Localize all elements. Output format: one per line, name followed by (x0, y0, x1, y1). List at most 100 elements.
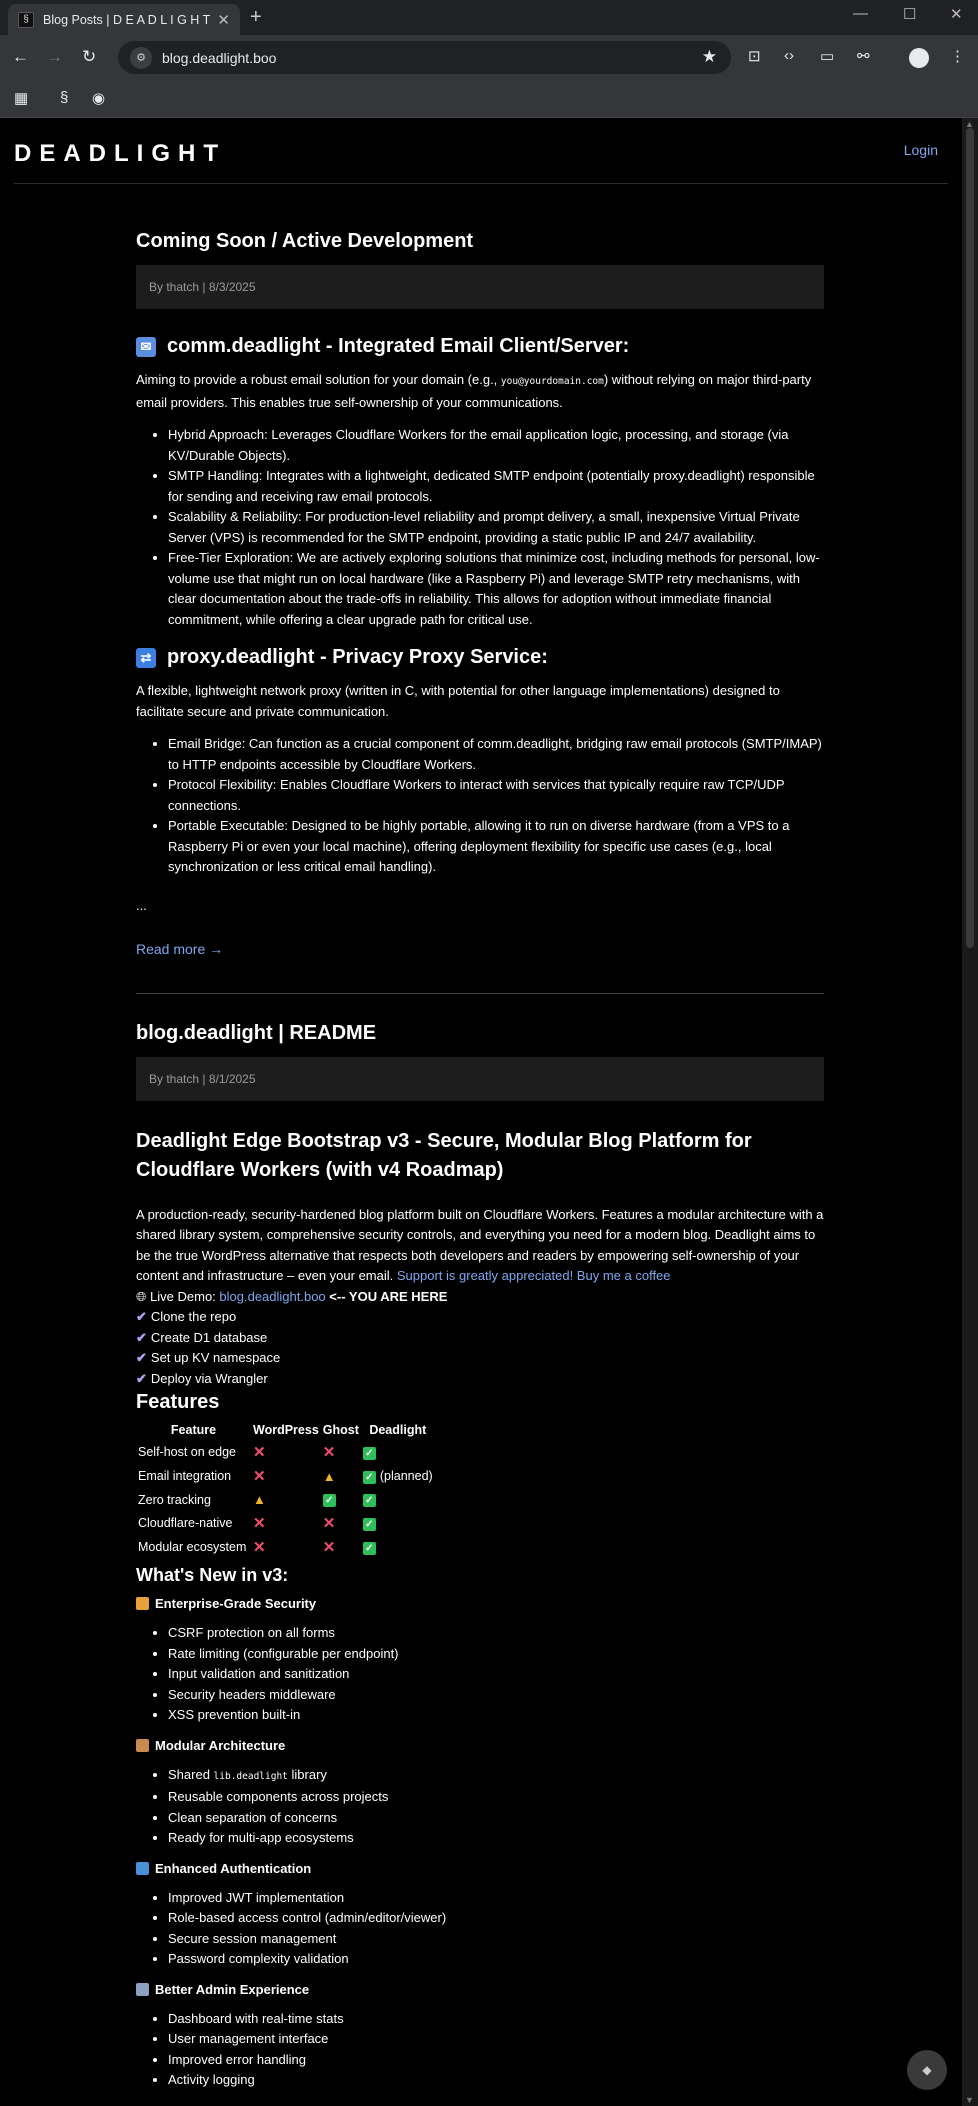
list-item: Reusable components across projects (168, 1787, 824, 1808)
subsection-title: Enterprise-Grade Security (155, 1596, 317, 1611)
reading-mode-icon[interactable]: ⊡ (748, 47, 761, 65)
check-box-icon: ✓ (362, 1517, 376, 1531)
list-item: Rate limiting (configurable per endpoint… (168, 1644, 824, 1665)
table-row: Email integration ✕ ▲ ✓ (planned) (136, 1464, 435, 1488)
back-icon[interactable]: ← (12, 47, 29, 67)
list-item: Clean separation of concerns (168, 1808, 824, 1829)
page-scrollbar[interactable]: ▲ ▼ (962, 118, 978, 2106)
cross-icon: ✕ (253, 1468, 266, 1485)
bullet-list: Hybrid Approach: Leverages Cloudflare Wo… (168, 425, 824, 630)
cast-icon[interactable]: ▭ (820, 47, 834, 65)
paragraph: A production-ready, security-hardened bl… (136, 1205, 824, 1287)
bullet-list: CSRF protection on all formsRate limitin… (168, 1623, 824, 1726)
bullet-list: Shared lib.deadlight libraryReusable com… (168, 1765, 824, 1849)
table-row: Modular ecosystem ✕ ✕ ✓ (136, 1535, 435, 1559)
bullet-list: Dashboard with real-time statsUser manag… (168, 2009, 824, 2091)
table-cell: Modular ecosystem (138, 1540, 247, 1554)
section-emoji-icon (136, 1738, 149, 1752)
email-icon: ✉ (136, 336, 156, 357)
features-heading: Features (136, 1391, 220, 1413)
menu-kebab-icon[interactable]: ⋮ (950, 47, 965, 65)
post-meta: By thatch | 8/1/2025 (136, 1056, 824, 1101)
github-bookmark-icon[interactable]: ◉ (92, 89, 105, 107)
inline-code: you@yourdomain.com (500, 376, 604, 387)
section-heading-text: proxy.deadlight - Privacy Proxy Service: (167, 646, 548, 668)
forward-icon[interactable]: → (46, 47, 63, 67)
subsection-heading: Modular Architecture (136, 1738, 824, 1753)
table-cell: Self-host on edge (138, 1445, 236, 1459)
browser-tab[interactable]: § Blog Posts | D E A D L I G H T ✕ (8, 4, 240, 35)
section-heading-text: comm.deadlight - Integrated Email Client… (167, 335, 630, 357)
table-header: Deadlight (369, 1423, 427, 1437)
cross-icon: ✕ (322, 1444, 336, 1461)
list-item: XSS prevention built-in (168, 1705, 824, 1726)
table-cell: ✕ (321, 1535, 361, 1559)
table-cell: ▲ (251, 1488, 321, 1511)
section-emoji-icon (136, 1861, 149, 1875)
cross-icon: ✕ (322, 1515, 336, 1532)
cross-icon: ✕ (253, 1444, 266, 1461)
site-info-icon[interactable]: ⚙ (130, 46, 152, 69)
reload-icon[interactable]: ↻ (82, 47, 96, 67)
inline-code: lib.deadlight (213, 1770, 288, 1782)
table-cell: ✓ (361, 1511, 435, 1535)
cross-icon: ✕ (322, 1539, 336, 1556)
list-item: Shared lib.deadlight library (168, 1765, 824, 1788)
check-item: ✔ Deploy via Wrangler (136, 1369, 824, 1390)
bookmark-star-icon[interactable]: ★ (702, 47, 717, 67)
cross-icon: ✕ (253, 1515, 266, 1532)
maximize-icon[interactable]: ☐ (903, 5, 916, 23)
list-item: SMTP Handling: Integrates with a lightwe… (168, 466, 824, 507)
bullet-list: Improved JWT implementationRole-based ac… (168, 1888, 824, 1970)
check-item-label: Set up KV namespace (150, 1350, 281, 1365)
window-close-icon[interactable]: ✕ (950, 5, 963, 23)
table-row: Cloudflare-native ✕ ✕ ✓ (136, 1511, 435, 1535)
list-item: User management interface (168, 2029, 824, 2050)
page-viewport: DEADLIGHT Login Coming Soon / Active Dev… (0, 118, 962, 2106)
login-link[interactable]: Login (904, 142, 938, 158)
site-logo[interactable]: DEADLIGHT (14, 140, 226, 168)
bookmarks-bar: ▦ § ◉ (0, 80, 978, 118)
table-cell: ✓ (321, 1488, 361, 1511)
link-icon[interactable]: ⚯ (857, 47, 870, 65)
minimize-icon[interactable]: — (853, 5, 868, 22)
table-cell: Email integration (138, 1469, 232, 1483)
check-item-label: Clone the repo (150, 1309, 237, 1324)
profile-avatar[interactable] (909, 48, 929, 68)
read-more-link[interactable]: Read more → (136, 941, 824, 957)
apps-grid-icon[interactable]: ▦ (14, 89, 28, 107)
list-item: Dashboard with real-time stats (168, 2009, 824, 2030)
deadlight-bookmark-icon[interactable]: § (60, 89, 68, 106)
bullet-list: Email Bridge: Can function as a crucial … (168, 734, 824, 878)
subsection-title: Better Admin Experience (155, 1981, 310, 1997)
support-link[interactable]: Support is greatly appreciated! Buy me a… (397, 1268, 671, 1283)
scroll-to-top-button[interactable]: ◆ (907, 2050, 947, 2090)
subsection-title: Enhanced Authentication (155, 1860, 312, 1876)
url-text[interactable]: blog.deadlight.boo (162, 50, 276, 66)
table-cell: ✕ (251, 1464, 321, 1488)
site-header: DEADLIGHT Login (14, 118, 948, 184)
address-bar[interactable]: ⚙ blog.deadlight.boo ★ (118, 41, 731, 74)
table-cell: ✓ (361, 1488, 435, 1511)
demo-link[interactable]: blog.deadlight.boo (219, 1289, 325, 1304)
whats-new-heading: What's New in v3: (136, 1565, 289, 1585)
new-tab-button[interactable]: + (250, 6, 262, 29)
devtools-icon[interactable]: ‹› (784, 47, 794, 64)
tab-close-icon[interactable]: ✕ (217, 11, 230, 29)
ellipsis: ... (136, 897, 147, 913)
table-cell: ✓ (planned) (361, 1464, 435, 1488)
main-content: Coming Soon / Active Development By that… (136, 230, 824, 2103)
table-header: Ghost (322, 1423, 359, 1437)
check-icon: ✔ (136, 1329, 147, 1345)
paragraph-text: Aiming to provide a robust email solutio… (136, 372, 501, 387)
live-demo-line: 🌐︎ Live Demo: blog.deadlight.boo <-- YOU… (136, 1287, 824, 1308)
post-title[interactable]: Coming Soon / Active Development (136, 230, 824, 253)
check-box-icon: ✓ (362, 1446, 376, 1460)
post-title[interactable]: blog.deadlight | README (136, 1022, 824, 1045)
readme-heading: Deadlight Edge Bootstrap v3 - Secure, Mo… (136, 1129, 752, 1181)
list-item-text: Shared (168, 1766, 214, 1782)
scroll-down-icon[interactable]: ▼ (965, 2095, 974, 2105)
scrollbar-thumb[interactable] (966, 128, 974, 948)
demo-label: Live Demo: (150, 1288, 220, 1304)
table-header: Feature (170, 1423, 217, 1437)
